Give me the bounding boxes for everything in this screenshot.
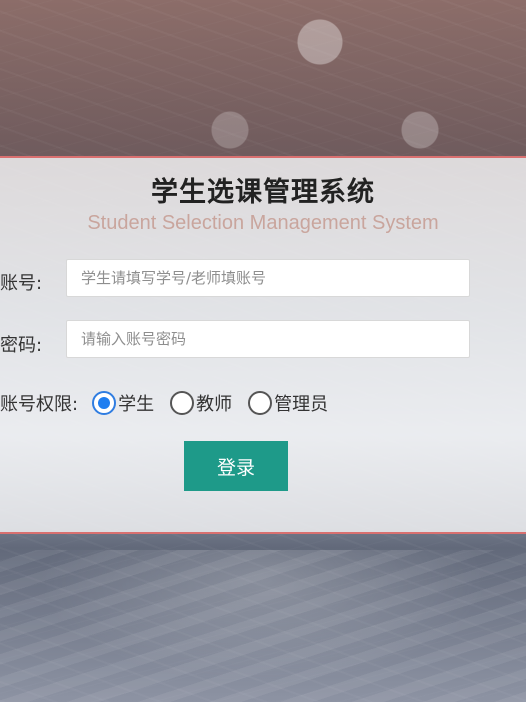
teacher-radio-button[interactable] bbox=[170, 391, 195, 415]
account-label: 账号: bbox=[0, 273, 43, 294]
password-label: 密码: bbox=[0, 335, 43, 356]
page-subtitle: Student Selection Management System bbox=[87, 212, 439, 234]
teacher-radio-label: 教师 bbox=[196, 394, 233, 415]
page-title: 学生选课管理系统 bbox=[151, 177, 375, 208]
account-input[interactable] bbox=[66, 259, 470, 297]
login-panel: 学生选课管理系统 Student Selection Management Sy… bbox=[0, 156, 526, 534]
login-button[interactable]: 登录 bbox=[184, 441, 288, 491]
role-option-student[interactable]: 学生 bbox=[92, 390, 154, 416]
student-radio-button[interactable] bbox=[92, 391, 117, 415]
role-option-teacher[interactable]: 教师 bbox=[170, 390, 232, 416]
admin-radio-button[interactable] bbox=[248, 391, 273, 415]
role-option-admin[interactable]: 管理员 bbox=[248, 390, 328, 416]
admin-radio-label: 管理员 bbox=[274, 394, 329, 415]
password-input[interactable] bbox=[66, 320, 470, 358]
student-radio-label: 学生 bbox=[118, 394, 155, 415]
role-radio-group: 账号权限: 学生 教师 管理员 bbox=[0, 388, 344, 418]
role-label: 账号权限: bbox=[0, 394, 79, 415]
background-digits bbox=[0, 550, 526, 702]
